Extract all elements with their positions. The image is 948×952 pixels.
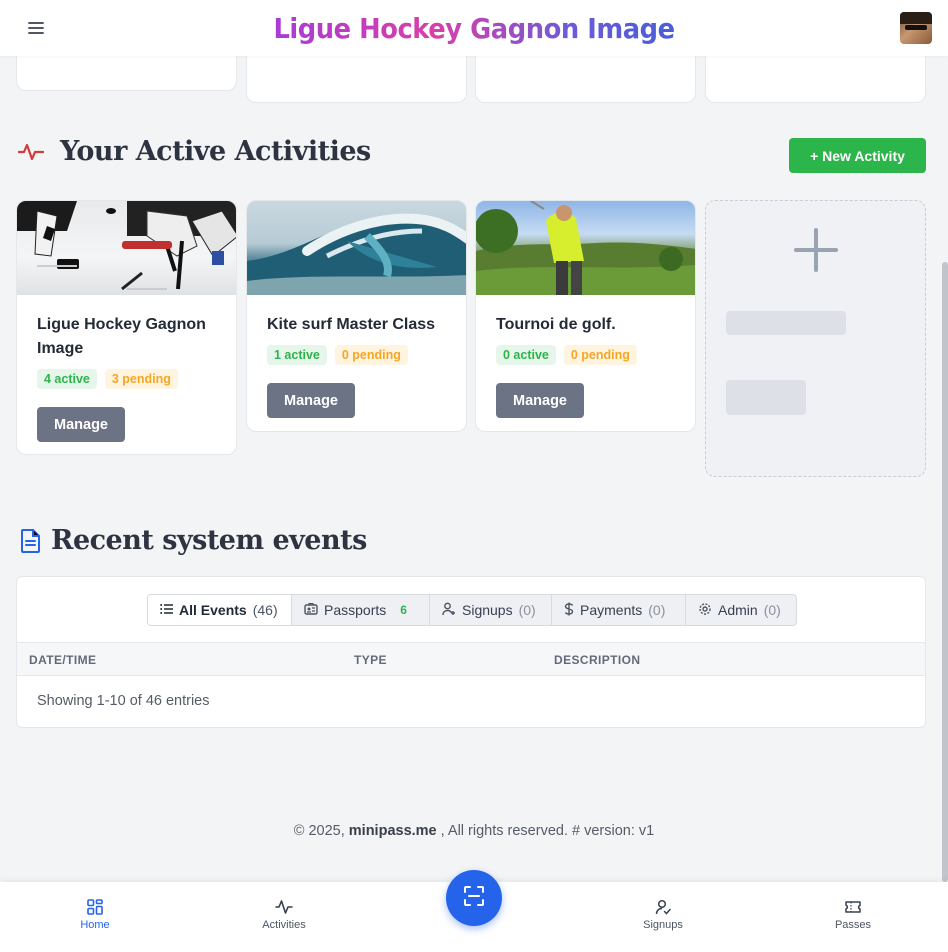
nav-passes-label: Passes [834,919,872,931]
nav-passes[interactable]: Passes [808,899,898,931]
hamburger-icon[interactable] [26,18,46,38]
filter-label: Admin [718,602,758,618]
activity-title: Tournoi de golf. [496,316,616,333]
activities-heading: Your Active Activities [18,136,371,167]
ticket-icon [808,899,898,915]
list-icon [160,602,173,618]
filter-admin[interactable]: Admin (0) [686,595,796,625]
events-panel: All Events (46) Passports 6 Signups (0) … [16,576,926,728]
page-footer: © 2025, minipass.me , All rights reserve… [0,823,948,839]
skeleton-line [726,311,846,335]
scan-icon [463,885,485,912]
pagination-summary: Showing 1-10 of 46 entries [37,693,210,709]
golfer-image [476,201,695,295]
scan-button[interactable] [446,870,502,926]
event-filter-group: All Events (46) Passports 6 Signups (0) … [147,594,797,626]
footer-rights: , All rights reserved. # version: v1 [440,823,655,839]
filter-label: All Events [179,602,247,618]
filter-all-events[interactable]: All Events (46) [148,595,292,625]
events-heading: Recent system events [20,525,367,556]
dollar-icon [564,602,574,619]
page-scrollbar[interactable] [942,262,948,882]
id-card-icon [304,602,318,618]
pending-count-badge: 0 pending [563,345,637,365]
events-table-header: DATE/TIME TYPE DESCRIPTION [17,642,925,676]
add-activity-placeholder[interactable] [705,200,926,477]
column-header-datetime[interactable]: DATE/TIME [29,653,96,667]
active-count-badge: 4 active [37,369,97,389]
activity-title: Ligue Hockey Gagnon Image [37,316,206,357]
filter-label: Signups [462,602,513,618]
active-count-badge: 1 active [267,345,327,365]
activity-card: Kite surf Master Class 1 active 0 pendin… [246,200,467,432]
filter-label: Payments [580,602,643,618]
manage-button[interactable]: Manage [37,407,125,442]
nav-home-label: Home [80,919,110,931]
active-count-badge: 0 active [496,345,556,365]
user-plus-icon [442,602,456,619]
filter-count: (0) [763,602,781,618]
nav-signups-label: Signups [643,919,683,931]
nav-activities-label: Activities [262,919,306,931]
filter-count: (46) [252,602,278,618]
top-header: Ligue Hockey Gagnon Image [0,0,948,56]
new-activity-button[interactable]: + New Activity [789,138,926,173]
column-header-type[interactable]: TYPE [354,653,387,667]
activities-title: Your Active Activities [60,136,371,167]
footer-site-link[interactable]: minipass.me [349,823,437,839]
pending-count-badge: 3 pending [104,369,178,389]
nav-home[interactable]: Home [50,899,140,931]
filter-count: 6 [400,603,407,617]
nav-activities[interactable]: Activities [239,899,329,931]
document-icon [20,528,41,553]
activity-card: Tournoi de golf. 0 active 0 pending Mana… [475,200,696,432]
activity-title: Kite surf Master Class [267,316,436,333]
events-title: Recent system events [51,525,367,556]
filter-passports[interactable]: Passports 6 [292,595,430,625]
manage-button[interactable]: Manage [267,383,355,418]
user-avatar[interactable] [900,12,932,44]
manage-button[interactable]: Manage [496,383,584,418]
plus-icon [794,228,838,277]
home-grid-icon [50,899,140,915]
nav-signups[interactable]: Signups [618,899,708,931]
activity-card: Ligue Hockey Gagnon Image 4 active 3 pen… [16,200,237,455]
filter-count: (0) [648,602,666,618]
user-check-icon [618,899,708,915]
ocean-wave-image [247,201,466,295]
activity-pulse-icon [18,141,44,163]
gear-icon [698,602,712,619]
column-header-description: DESCRIPTION [554,653,641,667]
activity-pulse-icon [239,899,329,915]
filter-count: (0) [518,602,536,618]
pending-count-badge: 0 pending [334,345,408,365]
hockey-players-image [17,201,236,295]
filter-label: Passports [324,602,387,618]
filter-payments[interactable]: Payments (0) [552,595,686,625]
filter-signups[interactable]: Signups (0) [430,595,552,625]
skeleton-button [726,380,806,415]
brand-title[interactable]: Ligue Hockey Gagnon Image [273,12,675,45]
footer-copyright: © 2025, [293,823,345,839]
